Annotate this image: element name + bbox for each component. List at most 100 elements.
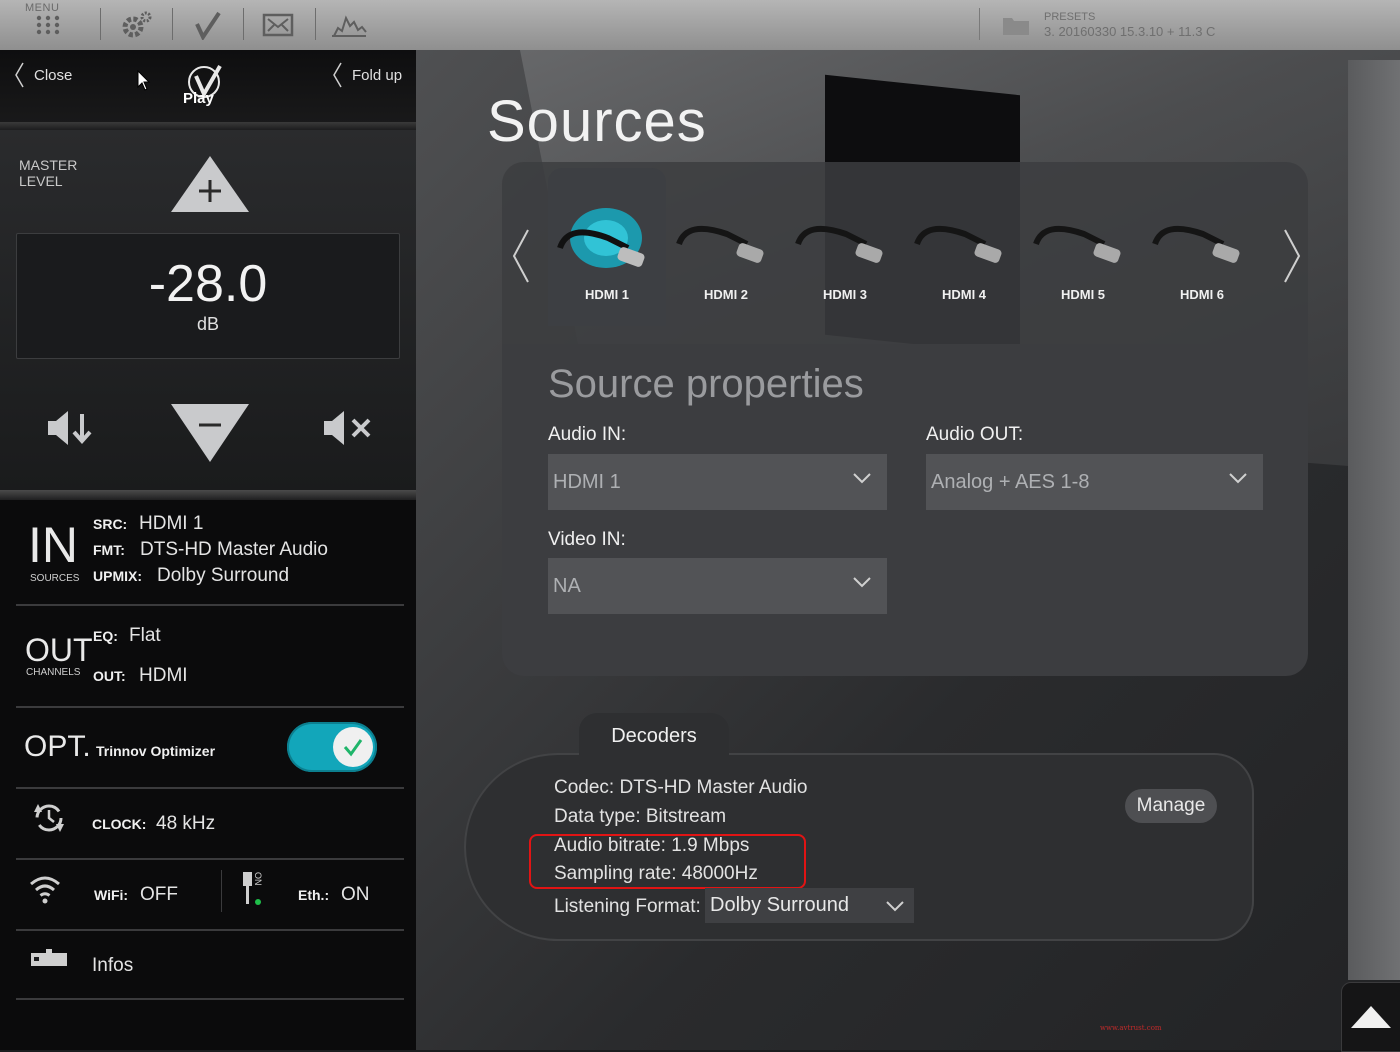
volume-up-button[interactable] [169, 154, 251, 219]
out-sub-label: CHANNELS [26, 667, 81, 678]
fold-up-button[interactable]: Fold up [332, 62, 402, 88]
optimizer-label: Trinnov Optimizer [96, 743, 216, 759]
src-key: SRC: [93, 516, 128, 532]
audio-out-value: Analog + AES 1-8 [931, 470, 1090, 493]
volume-down-step-button[interactable] [46, 408, 94, 453]
audio-in-select[interactable]: HDMI 1 [548, 454, 887, 510]
chevron-left-icon [512, 229, 529, 283]
check-icon [343, 739, 363, 757]
codec-text: Codec: DTS-HD Master Audio [554, 777, 808, 798]
play-logo[interactable]: Play [180, 64, 230, 110]
divider [0, 122, 416, 130]
carousel-prev-button[interactable] [511, 228, 531, 289]
display-icon[interactable] [258, 8, 298, 42]
source-hdmi-3[interactable]: HDMI 3 [786, 168, 904, 326]
clock-sync-icon [30, 800, 68, 841]
source-hdmi-4[interactable]: HDMI 4 [905, 168, 1023, 326]
play-label: Play [183, 90, 214, 107]
master-level-line1: MASTER [19, 157, 78, 173]
optimizer-toggle[interactable] [287, 722, 377, 772]
divider [16, 604, 404, 606]
manage-button[interactable]: Manage [1125, 789, 1217, 823]
volume-value: -28.0 [148, 255, 268, 313]
in-sub-label: SOURCES [30, 573, 80, 584]
opt-big-label: OPT. [24, 730, 91, 763]
source-label: HDMI 2 [703, 287, 749, 302]
top-toolbar: MENU PRESETS 3. 20160330 15.3.10 + 11.3 … [0, 0, 1400, 50]
source-hdmi-5[interactable]: HDMI 5 [1024, 168, 1142, 326]
presets-value[interactable]: 3. 20160330 15.3.10 + 11.3 C [1044, 24, 1215, 39]
carousel-next-button[interactable] [1282, 228, 1302, 289]
infos-button[interactable]: Infos [92, 955, 133, 977]
source-hdmi-2[interactable]: HDMI 2 [667, 168, 785, 326]
page-title: Sources [487, 89, 707, 154]
ethernet-icon: ON [240, 870, 263, 913]
divider [16, 858, 404, 860]
presets-label: PRESETS [1044, 11, 1096, 23]
settings-icon[interactable] [116, 8, 156, 42]
audio-out-select[interactable]: Analog + AES 1-8 [926, 454, 1263, 510]
source-label: HDMI 6 [1179, 287, 1225, 302]
audio-out-label: Audio OUT: [926, 424, 1024, 445]
chevron-down-icon [853, 473, 871, 484]
data-type-text: Data type: Bitstream [554, 806, 727, 827]
clock-value: 48 kHz [156, 813, 216, 834]
hdmi-cable-icon [795, 225, 883, 263]
speaker-down-icon [48, 411, 92, 445]
wifi-key: WiFi: [94, 887, 129, 903]
divider [16, 929, 404, 931]
hdmi-cable-icon [676, 225, 764, 263]
divider [16, 998, 404, 1000]
chevron-down-icon [886, 901, 904, 912]
left-panel-header: Close Play Fold up [0, 50, 416, 130]
source-label: HDMI 4 [941, 287, 987, 302]
clock-key: CLOCK: [92, 816, 147, 832]
source-hdmi-6[interactable]: HDMI 6 [1143, 168, 1261, 326]
toggle-knob [333, 727, 373, 767]
device-side [1348, 60, 1400, 980]
fmt-key: FMT: [93, 542, 125, 558]
chevron-right-icon [1284, 229, 1301, 283]
graph-icon[interactable] [328, 8, 370, 42]
folder-icon[interactable] [1000, 8, 1032, 42]
device-info-icon [30, 948, 68, 975]
hdmi-cable-icon [914, 225, 1002, 263]
eth-value: ON [341, 884, 370, 905]
divider [16, 706, 404, 708]
triangle-down-minus-icon [171, 404, 249, 462]
close-label: Close [34, 66, 73, 84]
triangle-up-icon [1351, 1006, 1391, 1028]
chevron-down-icon [1229, 473, 1247, 484]
menu-grid-icon[interactable] [32, 8, 64, 42]
cursor-icon [137, 69, 151, 97]
chevron-left-icon [15, 62, 24, 88]
mute-button[interactable] [322, 408, 374, 453]
out-key: OUT: [93, 668, 126, 684]
video-in-label: Video IN: [548, 529, 626, 550]
listening-format-select[interactable]: Dolby Surround [705, 888, 914, 923]
watermark: www.avtrust.com [1100, 1024, 1162, 1032]
eth-key: Eth.: [298, 887, 330, 903]
scroll-up-button[interactable] [1341, 982, 1400, 1052]
fmt-value: DTS-HD Master Audio [140, 539, 328, 560]
out-value: HDMI [139, 665, 188, 686]
audio-in-label: Audio IN: [548, 424, 627, 445]
wifi-icon [28, 873, 62, 910]
source-hdmi-1[interactable]: HDMI 1 [548, 168, 666, 326]
volume-down-button[interactable] [169, 402, 251, 469]
check-icon[interactable] [188, 8, 228, 42]
source-properties-title: Source properties [548, 362, 864, 406]
decoders-tab[interactable]: Decoders [579, 713, 729, 759]
triangle-up-plus-icon [171, 156, 249, 212]
upmix-value: Dolby Surround [157, 565, 290, 586]
video-in-select[interactable]: NA [548, 558, 887, 614]
eq-key: EQ: [93, 628, 118, 644]
audio-in-value: HDMI 1 [553, 470, 621, 493]
divider [0, 490, 416, 500]
volume-display: -28.0 dB [16, 233, 400, 359]
master-level-line2: LEVEL [19, 173, 63, 189]
chevron-left-icon [333, 62, 342, 88]
volume-unit: dB [196, 314, 220, 334]
divider [16, 787, 404, 789]
close-button[interactable]: Close [14, 62, 72, 88]
